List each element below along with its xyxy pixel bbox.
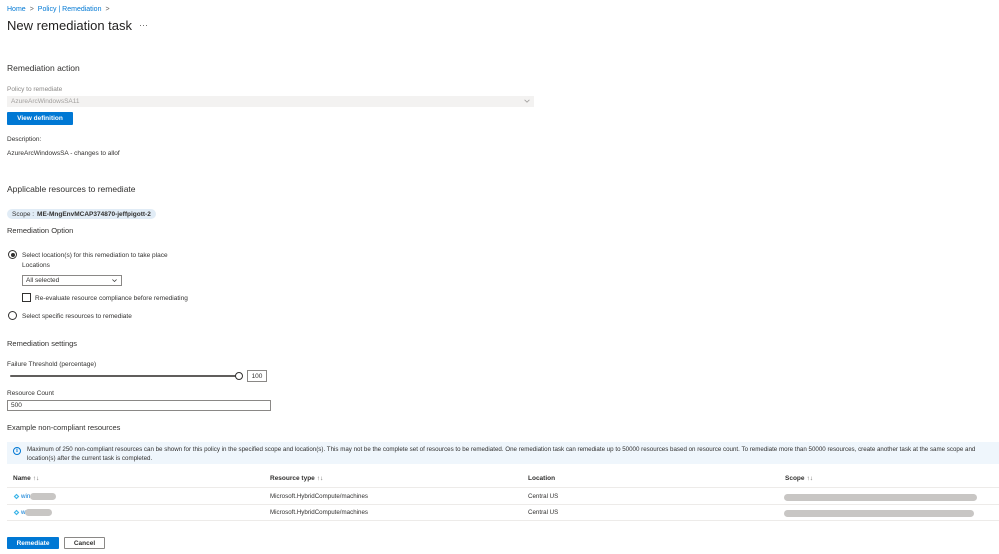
locations-dropdown[interactable]: All selected bbox=[22, 275, 122, 286]
resource-count-input[interactable]: 500 bbox=[7, 400, 271, 411]
view-definition-button[interactable]: View definition bbox=[7, 112, 73, 125]
column-header-resource-type[interactable]: Resource type ↑↓ bbox=[270, 475, 323, 482]
locations-value: All selected bbox=[26, 277, 60, 284]
failure-threshold-input[interactable]: 100 bbox=[247, 370, 267, 382]
reevaluate-label: Re-evaluate resource compliance before r… bbox=[35, 295, 188, 302]
arc-server-icon bbox=[13, 509, 20, 516]
resource-count-label: Resource Count bbox=[7, 390, 54, 397]
info-message: i Maximum of 250 non-compliant resources… bbox=[7, 442, 999, 464]
remediation-action-heading: Remediation action bbox=[7, 63, 80, 73]
policy-to-remediate-value: AzureArcWindowsSA11 bbox=[11, 98, 80, 105]
more-options-icon[interactable]: ··· bbox=[139, 20, 148, 30]
breadcrumb-separator: > bbox=[105, 5, 110, 13]
description-value: AzureArcWindowsSA - changes to allof bbox=[7, 150, 120, 157]
radio-select-specific[interactable] bbox=[8, 311, 17, 320]
column-header-location[interactable]: Location bbox=[528, 475, 555, 482]
breadcrumb-separator: > bbox=[29, 5, 34, 13]
example-resources-heading: Example non-compliant resources bbox=[7, 423, 121, 432]
resource-type-cell: Microsoft.HybridCompute/machines bbox=[270, 509, 369, 516]
resource-type-cell: Microsoft.HybridCompute/machines bbox=[270, 493, 369, 500]
failure-threshold-slider-track[interactable] bbox=[10, 375, 239, 377]
location-cell: Central US bbox=[528, 509, 559, 516]
applicable-resources-heading: Applicable resources to remediate bbox=[7, 184, 136, 194]
name-cell[interactable]: w bbox=[13, 509, 53, 516]
page-title: New remediation task bbox=[7, 18, 132, 33]
radio-select-specific-label: Select specific resources to remediate bbox=[22, 313, 132, 320]
info-icon: i bbox=[13, 447, 21, 455]
reevaluate-checkbox[interactable] bbox=[22, 293, 31, 302]
sort-icon: ↑↓ bbox=[316, 475, 324, 482]
radio-select-locations-label: Select location(s) for this remediation … bbox=[22, 252, 168, 259]
description-label: Description: bbox=[7, 136, 42, 143]
info-message-text: Maximum of 250 non-compliant resources c… bbox=[27, 446, 976, 462]
failure-threshold-label: Failure Threshold (percentage) bbox=[7, 361, 97, 368]
chevron-down-icon bbox=[112, 279, 117, 283]
radio-select-locations[interactable] bbox=[8, 250, 17, 259]
resource-name-link[interactable]: win bbox=[21, 493, 30, 500]
breadcrumb-home[interactable]: Home bbox=[7, 6, 26, 13]
remediation-option-heading: Remediation Option bbox=[7, 226, 74, 235]
redacted-name bbox=[30, 493, 57, 500]
location-cell: Central US bbox=[528, 493, 559, 500]
sort-icon: ↑↓ bbox=[32, 475, 40, 482]
chevron-down-icon bbox=[524, 99, 530, 103]
column-header-scope[interactable]: Scope ↑↓ bbox=[785, 475, 813, 482]
policy-to-remediate-select: AzureArcWindowsSA11 bbox=[7, 96, 534, 107]
redacted-scope bbox=[784, 510, 974, 517]
cancel-button[interactable]: Cancel bbox=[64, 537, 105, 549]
scope-prefix: Scope : bbox=[12, 210, 35, 218]
redacted-scope bbox=[784, 494, 977, 501]
column-header-name[interactable]: Name ↑↓ bbox=[13, 475, 39, 482]
remediation-settings-heading: Remediation settings bbox=[7, 339, 78, 348]
breadcrumb-policy-remediation[interactable]: Policy | Remediation bbox=[38, 6, 102, 13]
name-cell[interactable]: win bbox=[13, 493, 57, 500]
failure-threshold-slider-thumb[interactable] bbox=[235, 372, 243, 380]
redacted-name bbox=[25, 509, 53, 516]
scope-badge: Scope : ME-MngEnvMCAP374870-jeffpigott-2 bbox=[7, 209, 156, 219]
table-row: win Microsoft.HybridCompute/machines Cen… bbox=[7, 489, 999, 505]
policy-to-remediate-label: Policy to remediate bbox=[7, 86, 63, 93]
table-row: w Microsoft.HybridCompute/machines Centr… bbox=[7, 505, 999, 521]
sort-icon: ↑↓ bbox=[806, 475, 814, 482]
arc-server-icon bbox=[13, 493, 20, 500]
locations-label: Locations bbox=[22, 262, 50, 269]
remediate-button[interactable]: Remediate bbox=[7, 537, 59, 549]
breadcrumb: Home > Policy | Remediation > bbox=[7, 4, 110, 14]
scope-value: ME-MngEnvMCAP374870-jeffpigott-2 bbox=[37, 210, 151, 218]
table-header: Name ↑↓ Resource type ↑↓ Location Scope ↑↓ bbox=[7, 470, 999, 488]
